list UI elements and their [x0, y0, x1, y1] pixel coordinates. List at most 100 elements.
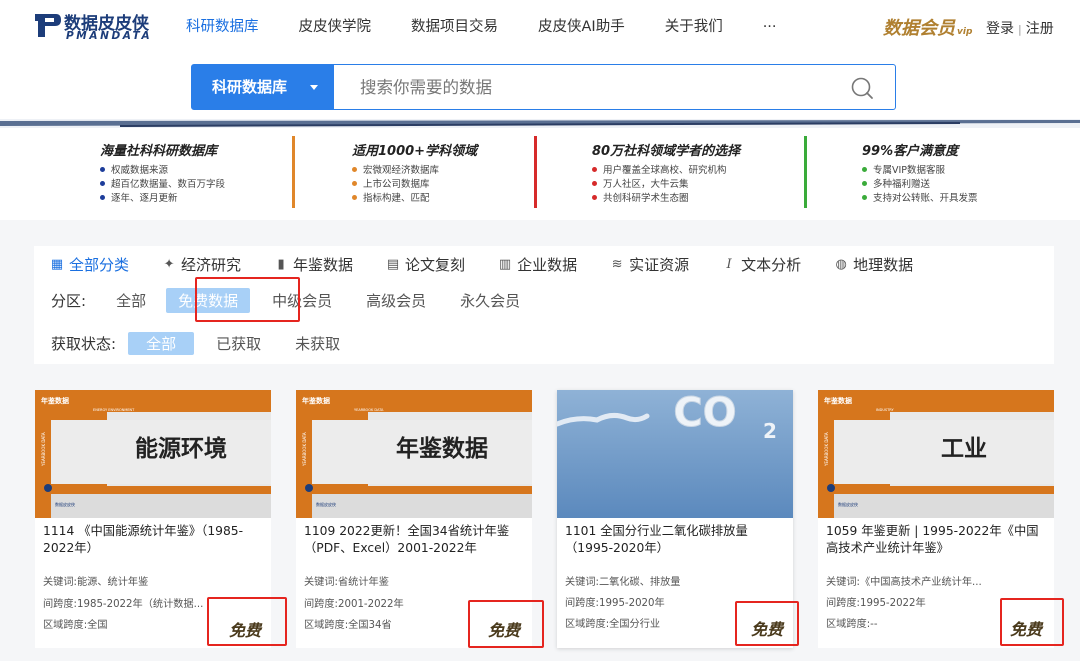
dataset-card[interactable]: 年鉴数据 YEARBOOK DATA YEARBOOK DATA 年鉴数据 数据… [296, 390, 544, 648]
tab-geo-data[interactable]: ◍ 地理数据 [834, 246, 913, 282]
card-title: 1101 全国分行业二氧化碳排放量（1995-2020年） [565, 524, 748, 555]
card-keywords: 关键词:省统计年鉴 [304, 577, 389, 588]
cover-tag: 年鉴数据 [41, 396, 69, 405]
tab-text-analysis[interactable]: I 文本分析 [722, 246, 802, 282]
status-option-not-obtained[interactable]: 未获取 [283, 331, 352, 356]
search-scope-dropdown[interactable]: 科研数据库 [192, 65, 334, 109]
nav-about[interactable]: 关于我们 [665, 0, 723, 54]
cover-sub: ENERGY ENVIRONMENT [93, 408, 135, 412]
zone-filter-label: 分区: [51, 291, 87, 310]
card-time-span: 间跨度:1985-2022年（统计数据... [43, 599, 204, 610]
decorative-stripe [0, 119, 1080, 128]
feature-item: 宏微观经济数据库 [352, 164, 477, 178]
nav-research-db[interactable]: 科研数据库 [186, 0, 259, 54]
nav-ai-assistant[interactable]: 皮皮侠AI助手 [538, 0, 625, 54]
card-region: 区域跨度:全国分行业 [565, 619, 661, 630]
feature-title: 80万社科领域学者的选择 [592, 144, 741, 159]
card-keywords: 关键词:《中国高技术产业统计年... [826, 577, 982, 588]
cover-tag: 年鉴数据 [302, 396, 330, 405]
tab-enterprise-data[interactable]: ▥ 企业数据 [498, 246, 577, 282]
card-title: 1109 2022更新！全国34省统计年鉴（PDF、Excel）2001-202… [304, 524, 510, 555]
search-box: 科研数据库 [191, 64, 896, 110]
search-icon[interactable] [850, 76, 874, 100]
document-icon: ▤ [386, 256, 400, 272]
feature-title: 适用1000+学科领域 [352, 144, 478, 159]
feature-item: 超百亿数据量、数百万字段 [100, 178, 225, 192]
auth-links: 登录 | 注册 [986, 18, 1054, 38]
dataset-card[interactable]: CO 2 1101 全国分行业二氧化碳排放量（1995-2020年） 关键词:二… [557, 390, 799, 648]
highlight-box [735, 601, 799, 646]
layers-icon: ≋ [611, 256, 623, 272]
card-title: 1114 《中国能源统计年鉴》（1985-2022年） [43, 524, 244, 555]
tab-empirical-resources[interactable]: ≋ 实证资源 [610, 246, 689, 282]
feature-divider [534, 136, 537, 208]
dataset-card[interactable]: 年鉴数据 INDUSTRY YEARBOOK DATA 工业 数据皮皮侠 105… [818, 390, 1064, 648]
feature-item: 专属VIP数据客服 [862, 164, 978, 178]
logo-mark-icon [35, 14, 61, 37]
feature-divider [292, 136, 295, 208]
cover-sub: 2 [763, 419, 777, 443]
feature-item: 支持对公转账、开具发票 [862, 192, 978, 206]
card-cover-image: 年鉴数据 YEARBOOK DATA YEARBOOK DATA 年鉴数据 数据… [296, 390, 532, 518]
status-filter-row: 获取状态: 全部 已获取 未获取 [51, 329, 352, 357]
status-option-obtained[interactable]: 已获取 [204, 331, 273, 356]
zone-option-all[interactable]: 全部 [104, 288, 158, 313]
cover-sub: INDUSTRY [876, 408, 894, 412]
feature-item: 用户覆盖全球高校、研究机构 [592, 164, 740, 178]
register-link[interactable]: 注册 [1026, 21, 1054, 37]
cover-side-text: YEARBOOK DATA [41, 432, 46, 467]
highlight-box [207, 597, 287, 646]
cover-title: 能源环境 [135, 435, 227, 462]
search-input[interactable] [334, 65, 834, 109]
filter-panel: ▦ 全部分类 ✦ 经济研究 ▮ 年鉴数据 ▤ 论文复刻 ▥ 企业数据 ≋ 实证资源 I 文本分… [34, 246, 1054, 364]
vip-membership-link[interactable]: 数据会员 vip [883, 14, 972, 40]
highlight-box [1000, 598, 1064, 646]
feature-divider [804, 136, 807, 208]
book-icon: ▮ [277, 256, 285, 272]
building-icon: ▥ [498, 256, 512, 272]
card-region: 区域跨度:全国 [43, 620, 108, 631]
card-region: 区域跨度:全国34省 [304, 620, 392, 631]
feature-item: 万人社区，大牛云集 [592, 178, 740, 192]
zone-option-senior[interactable]: 高级会员 [354, 288, 438, 313]
cover-title: 年鉴数据 [396, 435, 488, 462]
feature-item: 指标构建、匹配 [352, 192, 477, 206]
features-strip: 海量社科科研数据库 权威数据来源 超百亿数据量、数百万字段 逐年、逐月更新 适用… [0, 128, 1080, 220]
top-navbar: 数据皮皮侠 PMANDATA 科研数据库 皮皮侠学院 数据项目交易 皮皮侠AI助… [0, 0, 1080, 54]
card-title: 1059 年鉴更新 | 1995-2022年《中国高技术产业统计年鉴》 [826, 524, 1039, 555]
nav-more[interactable]: ··· [763, 0, 777, 54]
feature-item: 共创科研学术生态圈 [592, 192, 740, 206]
cover-sub: YEARBOOK DATA [354, 408, 384, 412]
login-link[interactable]: 登录 [986, 21, 1014, 37]
globe-icon: ◍ [835, 256, 847, 272]
status-filter-label: 获取状态: [51, 334, 117, 353]
text-cursor-icon: I [726, 256, 732, 272]
zone-option-permanent[interactable]: 永久会员 [448, 288, 532, 313]
card-keywords: 关键词:二氧化碳、排放量 [565, 577, 681, 588]
status-option-all[interactable]: 全部 [128, 331, 195, 355]
feature-title: 海量社科科研数据库 [100, 144, 218, 159]
card-time-span: 间跨度:1995-2022年 [826, 598, 926, 609]
tab-paper-replication[interactable]: ▤ 论文复刻 [386, 246, 465, 282]
auth-divider: | [1018, 23, 1022, 36]
feature-item: 权威数据来源 [100, 164, 225, 178]
cover-brand: 数据皮皮侠 [316, 501, 336, 507]
feature-block-database: 海量社科科研数据库 权威数据来源 超百亿数据量、数百万字段 逐年、逐月更新 [100, 140, 225, 206]
highlight-box [468, 600, 544, 648]
cover-side-text: YEARBOOK DATA [302, 432, 307, 467]
cover-brand: 数据皮皮侠 [55, 501, 75, 507]
feature-block-satisfaction: 99%客户满意度 专属VIP数据客服 多种福利赠送 支持对公转账、开具发票 [862, 140, 978, 206]
nav-academy[interactable]: 皮皮侠学院 [299, 0, 372, 54]
nav-data-trade[interactable]: 数据项目交易 [411, 0, 498, 54]
logo-text-en: PMANDATA [66, 30, 153, 42]
card-region: 区域跨度:-- [826, 619, 878, 630]
highlight-box [195, 277, 300, 322]
cover-side-text: YEARBOOK DATA [824, 432, 829, 467]
dataset-card[interactable]: 年鉴数据 ENERGY ENVIRONMENT YEARBOOK DATA 能源… [35, 390, 287, 648]
cover-title: CO [673, 390, 736, 436]
feature-block-scholars: 80万社科领域学者的选择 用户覆盖全球高校、研究机构 万人社区，大牛云集 共创科… [592, 140, 740, 206]
feature-item: 逐年、逐月更新 [100, 192, 225, 206]
cover-title: 工业 [941, 436, 987, 462]
site-logo[interactable]: 数据皮皮侠 PMANDATA [34, 9, 159, 43]
tab-all-categories[interactable]: ▦ 全部分类 [50, 246, 129, 282]
